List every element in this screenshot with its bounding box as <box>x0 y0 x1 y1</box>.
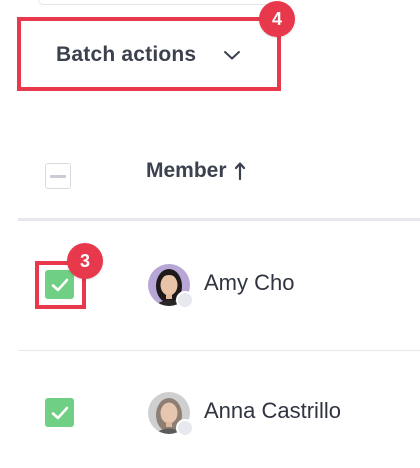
indeterminate-dash-icon <box>50 174 66 178</box>
step-badge-batch-actions: 4 <box>259 1 295 37</box>
top-partial-element <box>38 0 280 5</box>
row-checkbox[interactable] <box>45 398 74 427</box>
avatar <box>148 264 194 309</box>
status-offline-indicator <box>176 419 194 437</box>
avatar <box>148 392 194 437</box>
select-all-checkbox[interactable] <box>45 163 71 189</box>
column-header-member[interactable]: Member <box>146 159 247 183</box>
checkmark-icon <box>51 278 68 291</box>
sort-up-arrow-icon <box>233 160 247 182</box>
member-name[interactable]: Anna Castrillo <box>204 398 341 424</box>
step-badge-row-checkbox: 3 <box>67 243 103 279</box>
batch-actions-dropdown[interactable]: Batch actions <box>38 32 264 78</box>
chevron-down-icon <box>222 45 242 65</box>
status-offline-indicator <box>176 291 194 309</box>
column-header-member-label: Member <box>146 159 227 182</box>
member-name[interactable]: Amy Cho <box>204 270 294 296</box>
checkmark-icon <box>51 406 68 419</box>
batch-actions-label: Batch actions <box>56 43 197 66</box>
members-table-view: Batch actions 4 Member 3 Amy Cho Anna Ca… <box>0 0 420 468</box>
row-checkbox[interactable] <box>45 270 74 299</box>
